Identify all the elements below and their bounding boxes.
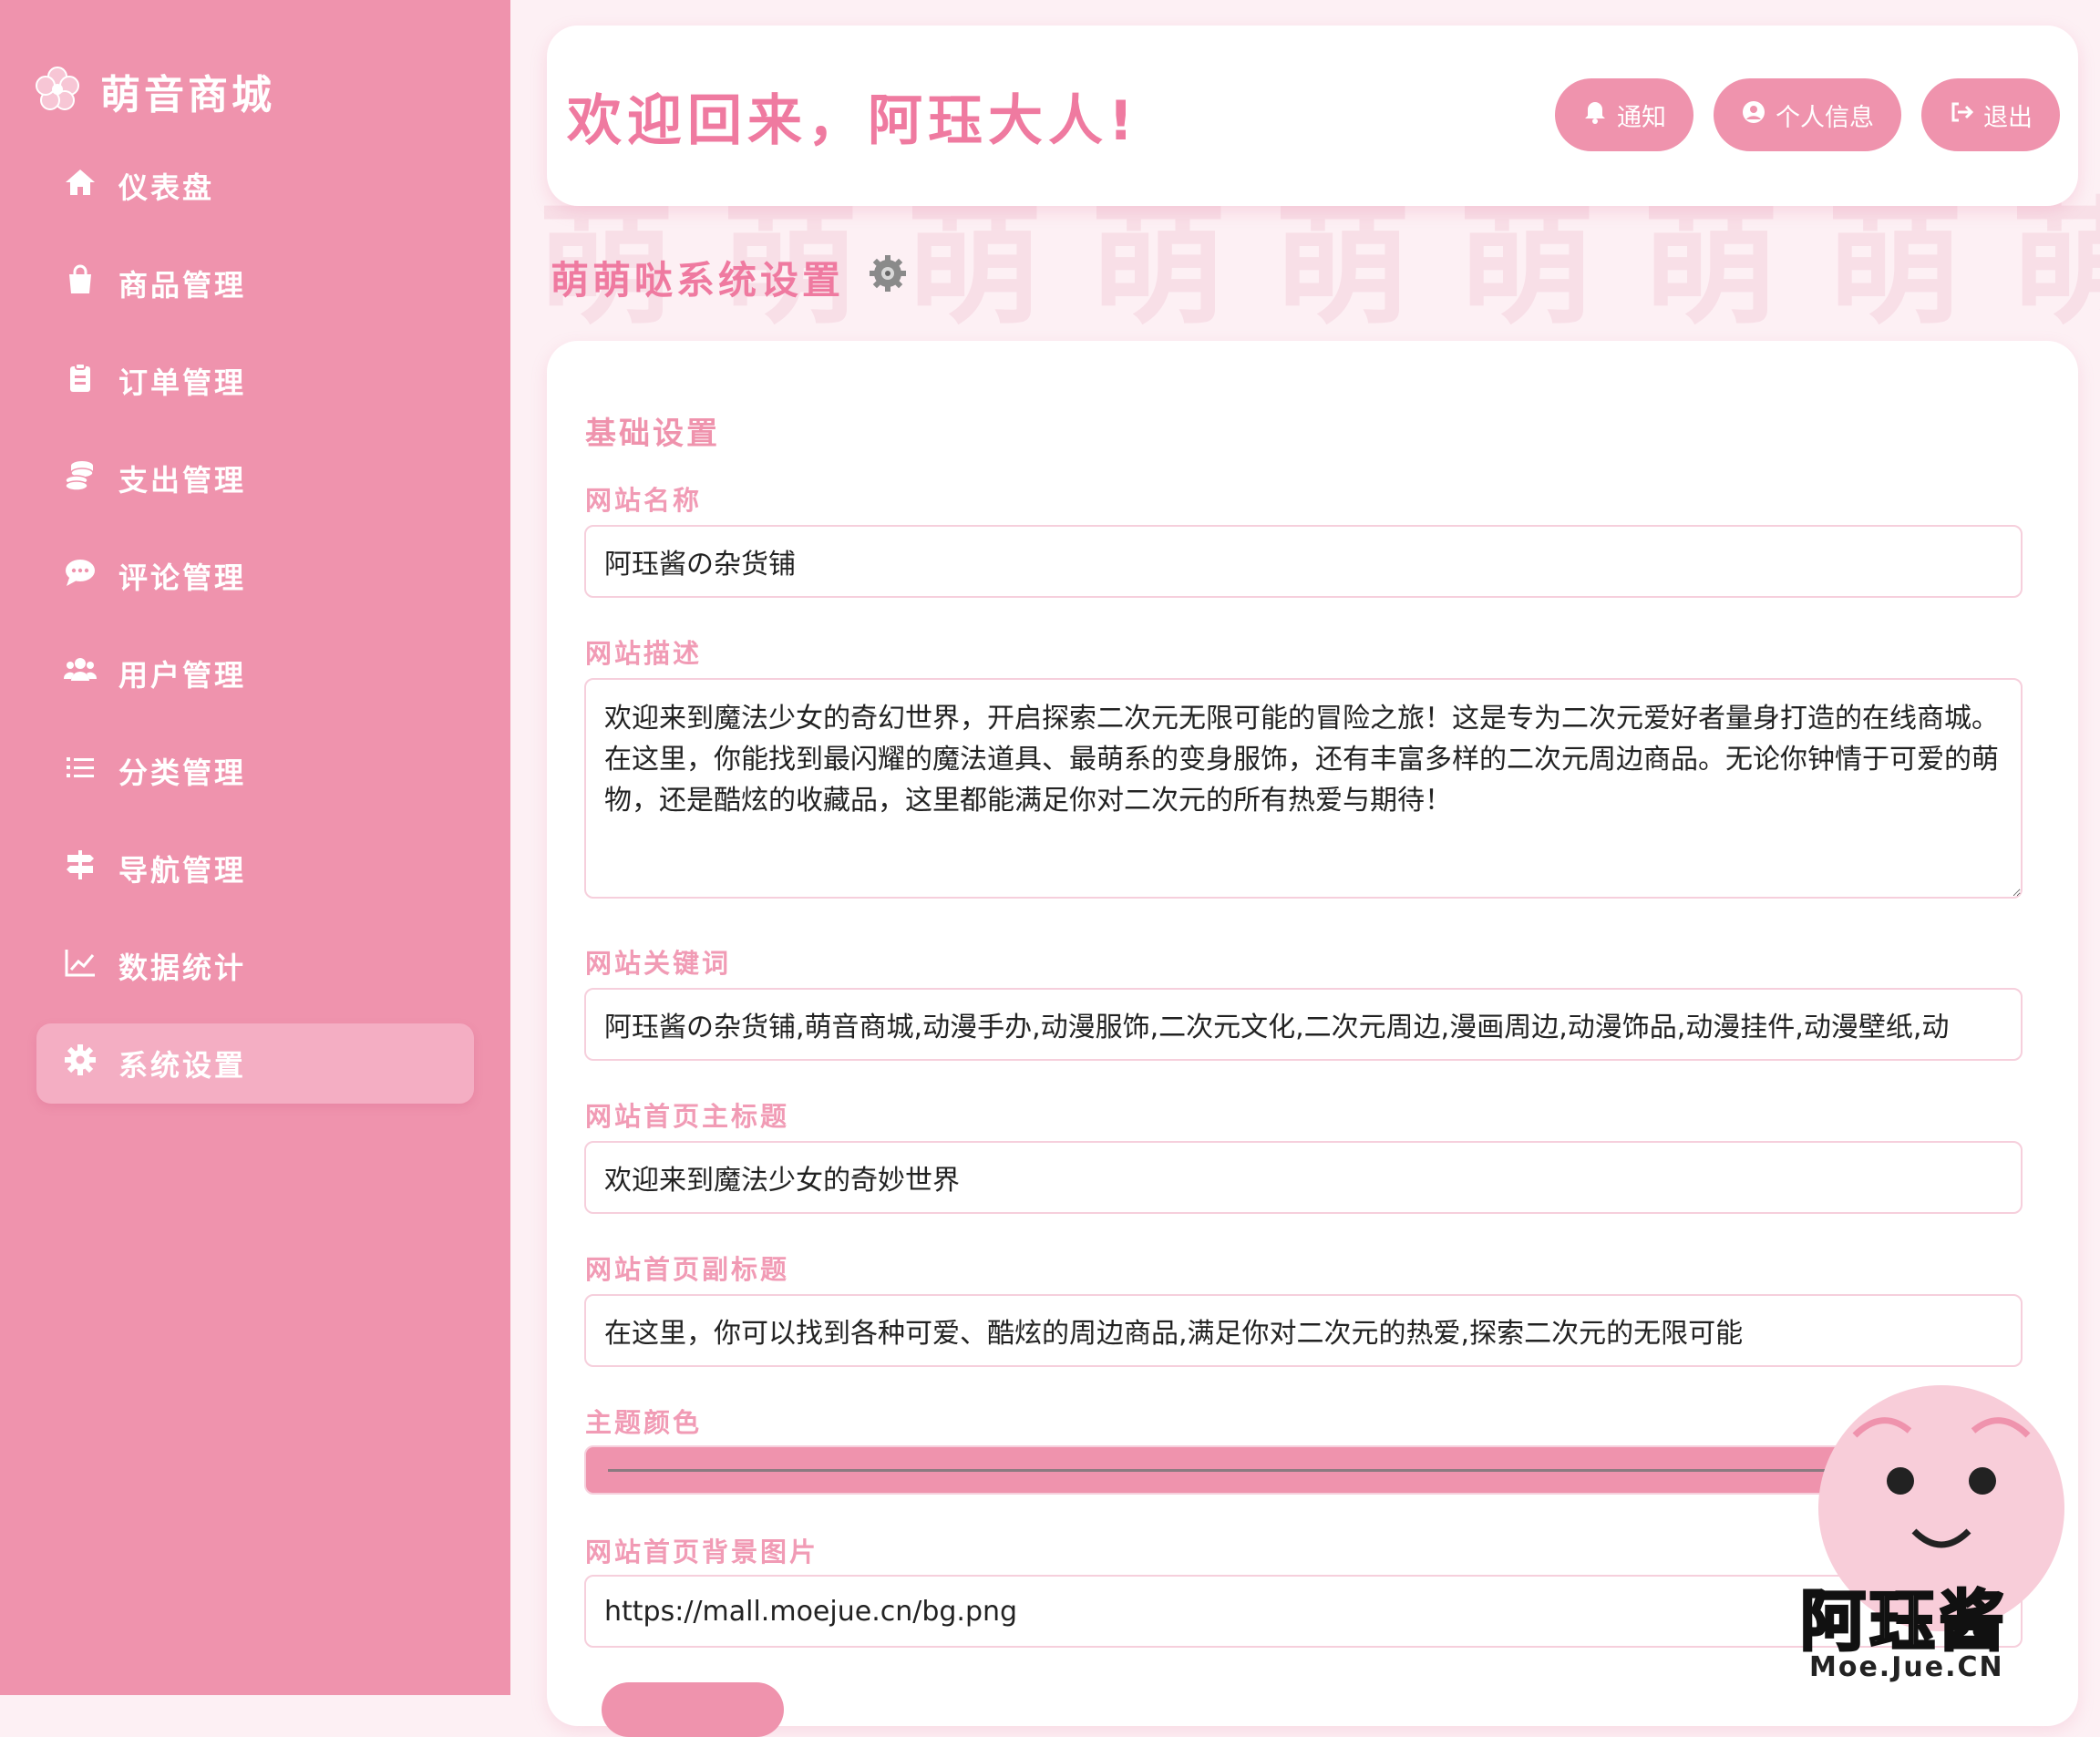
sidebar-item-users[interactable]: 用户管理 bbox=[36, 633, 474, 714]
sidebar-item-navigation[interactable]: 导航管理 bbox=[36, 828, 474, 909]
user-circle-icon bbox=[1741, 99, 1766, 131]
sidebar-item-label: 导航管理 bbox=[118, 853, 247, 888]
home-title-input[interactable] bbox=[584, 1141, 2023, 1214]
signpost-icon bbox=[62, 847, 98, 890]
welcome-title: 欢迎回来，阿珏大人! bbox=[567, 89, 1139, 153]
sidebar-item-dashboard[interactable]: 仪表盘 bbox=[36, 146, 474, 226]
logout-button-label: 退出 bbox=[1983, 103, 2033, 131]
sidebar-item-label: 仪表盘 bbox=[118, 170, 215, 205]
logout-icon bbox=[1949, 99, 1974, 131]
site-description-label: 网站描述 bbox=[585, 638, 703, 669]
gear-emoji-icon bbox=[866, 252, 910, 304]
watermark-logo-title: 阿珏酱 bbox=[1798, 1582, 2009, 1661]
header-actions: 通知 个人信息 退出 bbox=[1555, 78, 2060, 151]
sidebar-item-comments[interactable]: 评论管理 bbox=[36, 536, 474, 616]
color-picker-track bbox=[608, 1469, 1999, 1472]
shopping-bag-icon bbox=[62, 262, 98, 305]
theme-color-label: 主题颜色 bbox=[585, 1407, 703, 1438]
sidebar-item-label: 用户管理 bbox=[118, 658, 247, 693]
chart-line-icon bbox=[62, 944, 98, 988]
theme-color-picker[interactable] bbox=[584, 1445, 2023, 1495]
basic-settings-title: 基础设置 bbox=[585, 416, 720, 452]
sidebar-item-label: 商品管理 bbox=[118, 268, 247, 303]
sidebar-item-label: 支出管理 bbox=[118, 463, 247, 498]
brand-title: 萌音商城 bbox=[100, 72, 275, 118]
logout-button[interactable]: 退出 bbox=[1921, 78, 2060, 151]
site-keywords-input[interactable] bbox=[584, 988, 2023, 1061]
home-subtitle-input[interactable] bbox=[584, 1294, 2023, 1367]
sidebar-nav: 仪表盘 商品管理 订单管理 支出管理 评论管理 用户管理 分类管理 导航管理 数… bbox=[36, 146, 474, 1121]
site-name-input[interactable] bbox=[584, 525, 2023, 598]
site-description-textarea[interactable]: 欢迎来到魔法少女的奇幻世界，开启探索二次元无限可能的冒险之旅！这是专为二次元爱好… bbox=[584, 678, 2023, 899]
sidebar-item-label: 数据统计 bbox=[118, 951, 247, 985]
home-subtitle-label: 网站首页副标题 bbox=[585, 1254, 790, 1285]
save-button[interactable] bbox=[602, 1682, 784, 1737]
brand[interactable]: 萌音商城 bbox=[35, 62, 275, 120]
coins-icon bbox=[62, 457, 98, 500]
sidebar-item-label: 订单管理 bbox=[118, 365, 247, 400]
sidebar: 萌音商城 仪表盘 商品管理 订单管理 支出管理 评论管理 用户管理 分类管理 导… bbox=[0, 0, 510, 1695]
watermark-logo: 阿珏酱 Moe.Jue.CN bbox=[1798, 1567, 2100, 1695]
sidebar-item-label: 评论管理 bbox=[118, 560, 247, 595]
site-name-label: 网站名称 bbox=[585, 485, 703, 516]
site-keywords-label: 网站关键词 bbox=[585, 948, 732, 979]
sidebar-item-categories[interactable]: 分类管理 bbox=[36, 731, 474, 811]
sidebar-item-orders[interactable]: 订单管理 bbox=[36, 341, 474, 421]
watermark-logo-subtitle: Moe.Jue.CN bbox=[1809, 1651, 2004, 1683]
gear-icon bbox=[62, 1042, 98, 1085]
sidebar-item-label: 系统设置 bbox=[118, 1048, 247, 1083]
sidebar-item-expenses[interactable]: 支出管理 bbox=[36, 438, 474, 519]
bell-icon bbox=[1582, 99, 1608, 131]
profile-button-label: 个人信息 bbox=[1776, 103, 1874, 131]
notify-button[interactable]: 通知 bbox=[1555, 78, 1693, 151]
page-title: 萌萌哒系统设置 bbox=[551, 250, 910, 305]
page-title-text: 萌萌哒系统设置 bbox=[551, 258, 845, 303]
sidebar-item-settings[interactable]: 系统设置 bbox=[36, 1023, 474, 1104]
home-bg-label: 网站首页背景图片 bbox=[585, 1537, 819, 1567]
home-title-label: 网站首页主标题 bbox=[585, 1101, 790, 1132]
users-icon bbox=[62, 652, 98, 695]
profile-button[interactable]: 个人信息 bbox=[1714, 78, 1901, 151]
sidebar-item-products[interactable]: 商品管理 bbox=[36, 243, 474, 324]
sakura-flower-icon bbox=[35, 67, 80, 116]
sidebar-item-statistics[interactable]: 数据统计 bbox=[36, 926, 474, 1006]
comment-icon bbox=[62, 554, 98, 598]
notify-button-label: 通知 bbox=[1617, 103, 1666, 131]
home-icon bbox=[62, 164, 98, 208]
list-icon bbox=[62, 749, 98, 793]
clipboard-icon bbox=[62, 359, 98, 403]
sidebar-item-label: 分类管理 bbox=[118, 755, 247, 790]
